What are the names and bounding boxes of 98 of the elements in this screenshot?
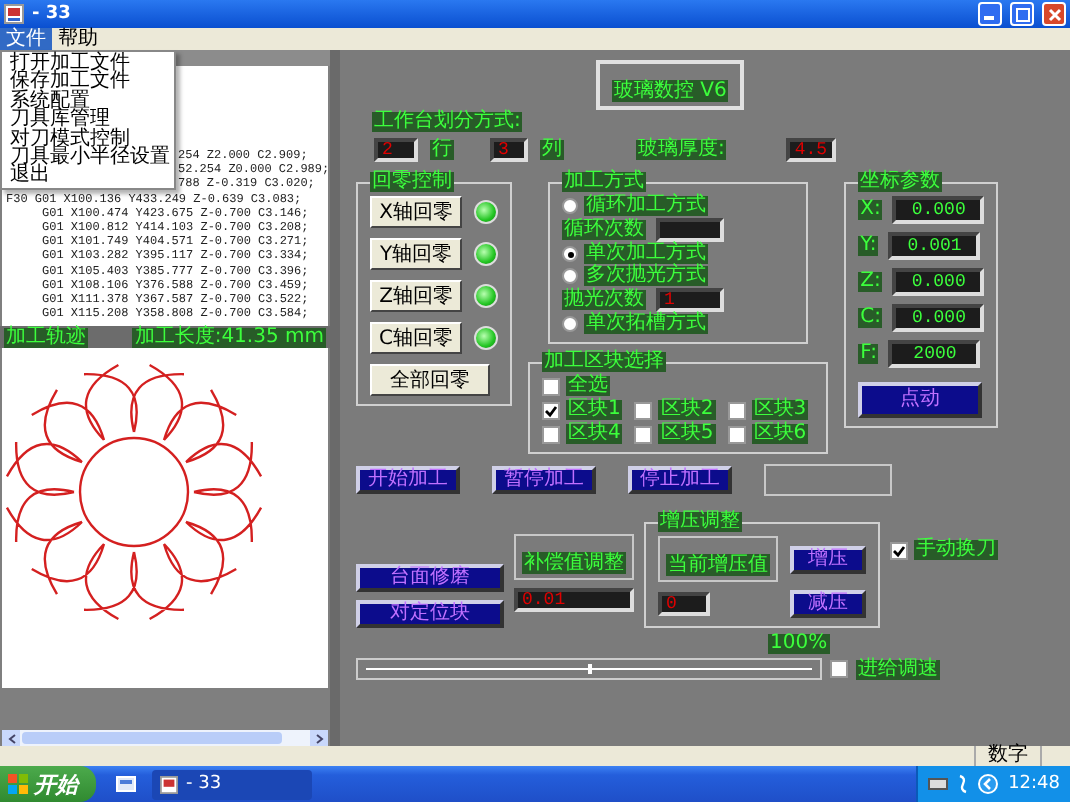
checkbox[interactable] — [890, 541, 908, 559]
checkbox-label: 区块2 — [658, 400, 716, 420]
minimize-button[interactable] — [978, 2, 1002, 26]
checkbox-label: 全选 — [566, 376, 610, 396]
coordinate-field[interactable]: 2000 — [888, 340, 981, 368]
checkbox[interactable] — [542, 401, 560, 419]
axis-label: C: — [858, 308, 883, 328]
checkbox[interactable] — [727, 425, 746, 443]
action-button[interactable]: 开始加工 — [356, 466, 460, 494]
feed-slider[interactable] — [356, 658, 822, 680]
radio-button[interactable] — [562, 198, 578, 214]
app-icon — [4, 4, 24, 24]
maximize-icon — [1015, 7, 1029, 21]
track-label: 加工轨迹 — [4, 327, 88, 347]
scroll-right-button[interactable] — [310, 730, 328, 746]
pressure-label: 当前增压值 — [666, 554, 770, 576]
coordinate-field[interactable]: 0.000 — [892, 304, 985, 332]
scroll-left-button[interactable] — [2, 730, 20, 746]
checkbox-label: 区块4 — [566, 424, 623, 444]
quick-launch-icon[interactable] — [116, 774, 136, 794]
locate-button[interactable]: 对定位块 — [356, 600, 504, 628]
axis-label: X: — [858, 200, 883, 220]
coordinate-field[interactable]: 0.001 — [888, 232, 981, 260]
message-box — [764, 464, 892, 496]
keyboard-icon[interactable] — [928, 778, 949, 790]
menu-option[interactable]: 打开加工文件 — [2, 54, 174, 73]
columns-unit: 列 — [540, 140, 564, 160]
jog-button[interactable]: 点动 — [858, 382, 983, 418]
group-title: 加工方式 — [562, 172, 646, 192]
group-title: 增压调整 — [658, 512, 742, 532]
checkbox[interactable] — [634, 401, 653, 419]
count-label: 循环次数 — [562, 220, 646, 240]
length-readout: 加工长度:41.35 mm — [132, 327, 326, 347]
close-button[interactable] — [1042, 2, 1066, 26]
axis-label: Y: — [858, 236, 879, 256]
grind-button[interactable]: 台面修磨 — [356, 564, 504, 592]
coordinate-field[interactable]: 0.000 — [892, 196, 985, 224]
checkbox[interactable] — [830, 660, 848, 678]
checkbox-label: 区块1 — [566, 400, 623, 420]
radio-button[interactable] — [562, 246, 578, 262]
group-title: 加工区块选择 — [542, 352, 666, 372]
checkbox-label: 区块3 — [751, 400, 809, 420]
group-title: 回零控制 — [370, 172, 454, 192]
thickness-label: 玻璃厚度: — [636, 140, 727, 160]
menu-option[interactable]: 对刀模式控制 — [2, 129, 174, 148]
checkbox[interactable] — [727, 401, 746, 419]
window-title: - 33 — [32, 4, 73, 24]
home-axis-button[interactable]: Z轴回零 — [370, 280, 462, 312]
radio-label: 多次抛光方式 — [584, 266, 708, 286]
windows-logo-icon — [8, 774, 28, 794]
count-field[interactable] — [656, 218, 724, 242]
checkbox[interactable] — [542, 425, 560, 443]
home-axis-button[interactable]: Y轴回零 — [370, 238, 462, 270]
checkbox-label: 手动换刀 — [914, 540, 998, 560]
chevron-icon[interactable] — [978, 774, 999, 794]
increase-button[interactable]: 增压 — [790, 545, 866, 573]
checkbox-label: 区块6 — [751, 424, 809, 444]
clock: 12:48 — [1008, 774, 1060, 794]
compensation-label: 补偿值调整 — [522, 552, 626, 574]
checkbox[interactable] — [634, 425, 653, 443]
axis-label: Z: — [858, 272, 883, 292]
radio-label: 单次加工方式 — [584, 244, 708, 264]
menu-option[interactable]: 系统配置 — [2, 91, 174, 111]
version-label: 玻璃数控 V6 — [612, 80, 729, 102]
radio-label: 单次拓槽方式 — [584, 314, 708, 334]
group-title: 坐标参数 — [858, 172, 943, 192]
home-axis-button[interactable]: C轴回零 — [370, 322, 462, 354]
close-icon — [1047, 7, 1061, 21]
coordinate-field[interactable]: 0.000 — [892, 268, 985, 296]
checkbox-label: 区块5 — [658, 424, 716, 444]
menu-option[interactable]: 保存加工文件 — [2, 72, 174, 92]
menu-option[interactable]: 刀具库管理 — [2, 110, 174, 130]
home-all-button[interactable]: 全部回零 — [370, 364, 490, 396]
checkbox[interactable] — [542, 377, 560, 395]
radio-button[interactable] — [562, 268, 578, 284]
layout-label: 工作台划分方式: — [372, 112, 523, 132]
rows-unit: 行 — [430, 140, 454, 160]
app-icon — [160, 775, 178, 793]
axis-label: F: — [858, 344, 879, 364]
menu-option[interactable]: 退出 — [2, 166, 174, 186]
connection-icon[interactable] — [958, 774, 969, 794]
count-label: 抛光次数 — [562, 290, 646, 310]
radio-label: 循环加工方式 — [584, 196, 708, 216]
menu-item[interactable]: 帮助 — [52, 28, 104, 50]
radio-button[interactable] — [562, 316, 578, 332]
scrollbar-thumb[interactable] — [22, 732, 282, 744]
menu-item[interactable]: 文件 — [0, 28, 52, 50]
decrease-button[interactable]: 减压 — [790, 590, 866, 618]
maximize-button[interactable] — [1010, 2, 1034, 26]
action-button[interactable]: 停止加工 — [628, 466, 732, 494]
feed-reading: 100% — [768, 634, 830, 654]
action-button[interactable]: 暂停加工 — [492, 466, 596, 494]
taskbar-window-button[interactable]: - 33 — [152, 769, 312, 799]
count-field[interactable]: 1 — [656, 288, 724, 312]
checkbox-label: 进给调速 — [856, 659, 940, 679]
start-button[interactable]: 开始 — [0, 766, 96, 802]
menu-option[interactable]: 刀具最小半径设置 — [2, 147, 174, 167]
home-axis-button[interactable]: X轴回零 — [370, 196, 462, 228]
